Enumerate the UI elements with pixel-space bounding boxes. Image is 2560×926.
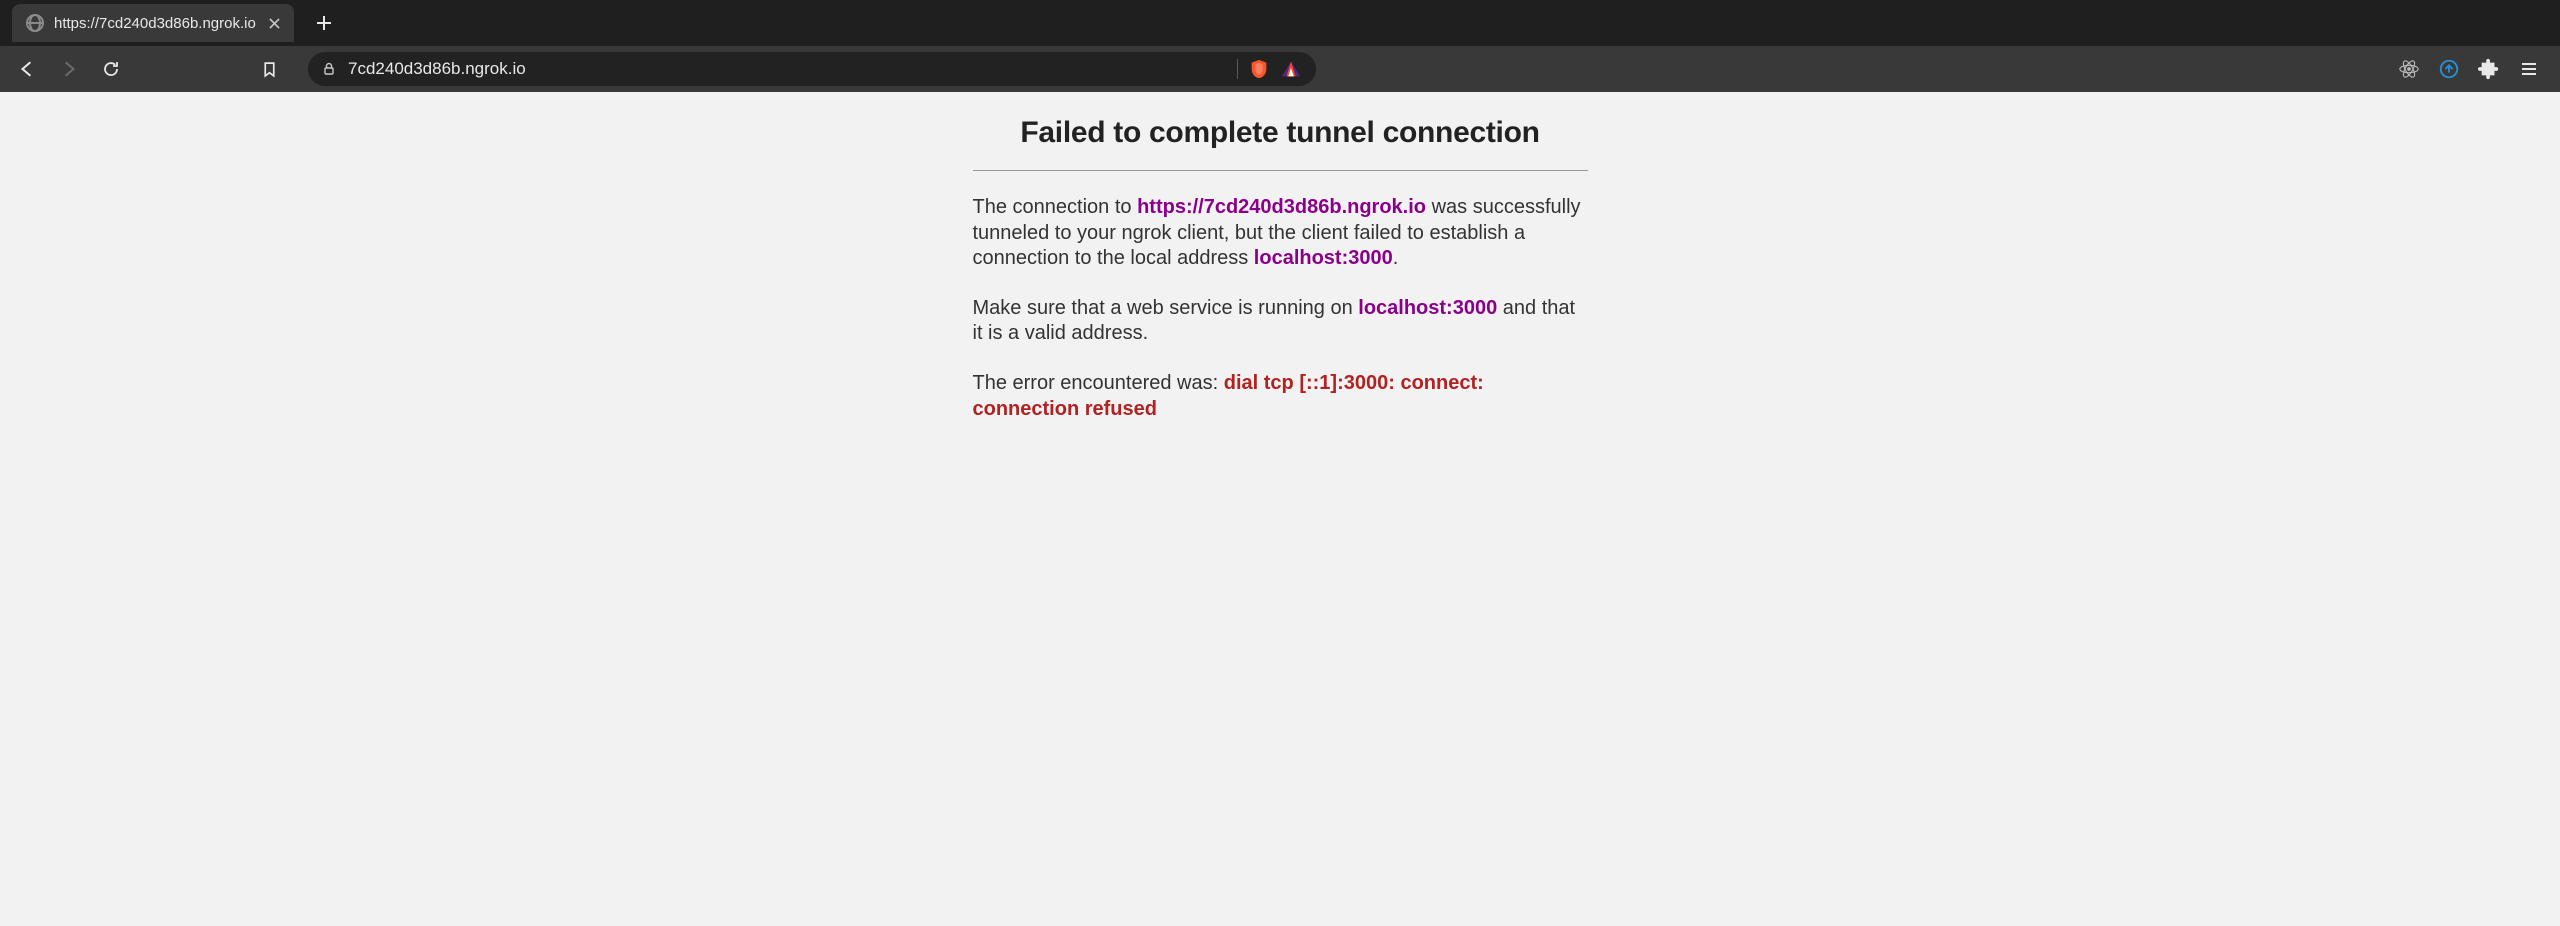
browser-chrome: https://7cd240d3d86b.ngrok.io bbox=[0, 0, 2560, 92]
lock-icon bbox=[322, 62, 336, 76]
extension-icon[interactable] bbox=[2438, 58, 2460, 80]
plus-icon bbox=[316, 15, 332, 31]
text: . bbox=[1393, 247, 1399, 269]
brave-shields-icon[interactable] bbox=[1248, 58, 1270, 80]
bookmark-icon bbox=[261, 61, 278, 78]
close-tab-button[interactable] bbox=[266, 14, 284, 32]
atom-icon bbox=[2398, 58, 2420, 80]
address-bar-actions bbox=[1237, 58, 1302, 80]
hamburger-icon bbox=[2520, 60, 2538, 78]
tab-bar: https://7cd240d3d86b.ngrok.io bbox=[0, 0, 2560, 46]
tunnel-url-link[interactable]: https://7cd240d3d86b.ngrok.io bbox=[1137, 196, 1426, 218]
back-button[interactable] bbox=[14, 56, 40, 82]
text: The connection to bbox=[973, 196, 1138, 218]
bat-icon[interactable] bbox=[1280, 58, 1302, 80]
browser-menu-button[interactable] bbox=[2518, 58, 2540, 80]
browser-toolbar: 7cd240d3d86b.ngrok.io bbox=[0, 46, 2560, 92]
puzzle-icon bbox=[2478, 58, 2500, 80]
error-paragraph-1: The connection to https://7cd240d3d86b.n… bbox=[973, 195, 1588, 272]
reload-icon bbox=[102, 60, 120, 78]
error-paragraph-3: The error encountered was: dial tcp [::1… bbox=[973, 371, 1588, 422]
local-address: localhost:3000 bbox=[1358, 297, 1497, 319]
bookmark-button[interactable] bbox=[256, 56, 282, 82]
circle-extension-icon bbox=[2438, 58, 2460, 80]
forward-icon bbox=[60, 60, 78, 78]
page-content: Failed to complete tunnel connection The… bbox=[0, 92, 2560, 926]
close-icon bbox=[269, 18, 280, 29]
divider bbox=[1237, 59, 1238, 79]
address-url: 7cd240d3d86b.ngrok.io bbox=[348, 59, 1225, 79]
text: Make sure that a web service is running … bbox=[973, 297, 1359, 319]
local-address: localhost:3000 bbox=[1254, 247, 1393, 269]
tab-title: https://7cd240d3d86b.ngrok.io bbox=[54, 15, 256, 32]
divider bbox=[973, 170, 1588, 171]
toolbar-right bbox=[2398, 58, 2546, 80]
browser-tab[interactable]: https://7cd240d3d86b.ngrok.io bbox=[12, 4, 294, 42]
react-devtools-extension-icon[interactable] bbox=[2398, 58, 2420, 80]
error-title: Failed to complete tunnel connection bbox=[973, 116, 1588, 150]
address-bar[interactable]: 7cd240d3d86b.ngrok.io bbox=[308, 52, 1316, 86]
globe-icon bbox=[26, 14, 44, 32]
reload-button[interactable] bbox=[98, 56, 124, 82]
forward-button[interactable] bbox=[56, 56, 82, 82]
text: The error encountered was: bbox=[973, 372, 1224, 394]
new-tab-button[interactable] bbox=[308, 7, 340, 39]
error-paragraph-2: Make sure that a web service is running … bbox=[973, 296, 1588, 347]
extensions-button[interactable] bbox=[2478, 58, 2500, 80]
back-icon bbox=[18, 60, 36, 78]
error-container: Failed to complete tunnel connection The… bbox=[973, 116, 1588, 422]
